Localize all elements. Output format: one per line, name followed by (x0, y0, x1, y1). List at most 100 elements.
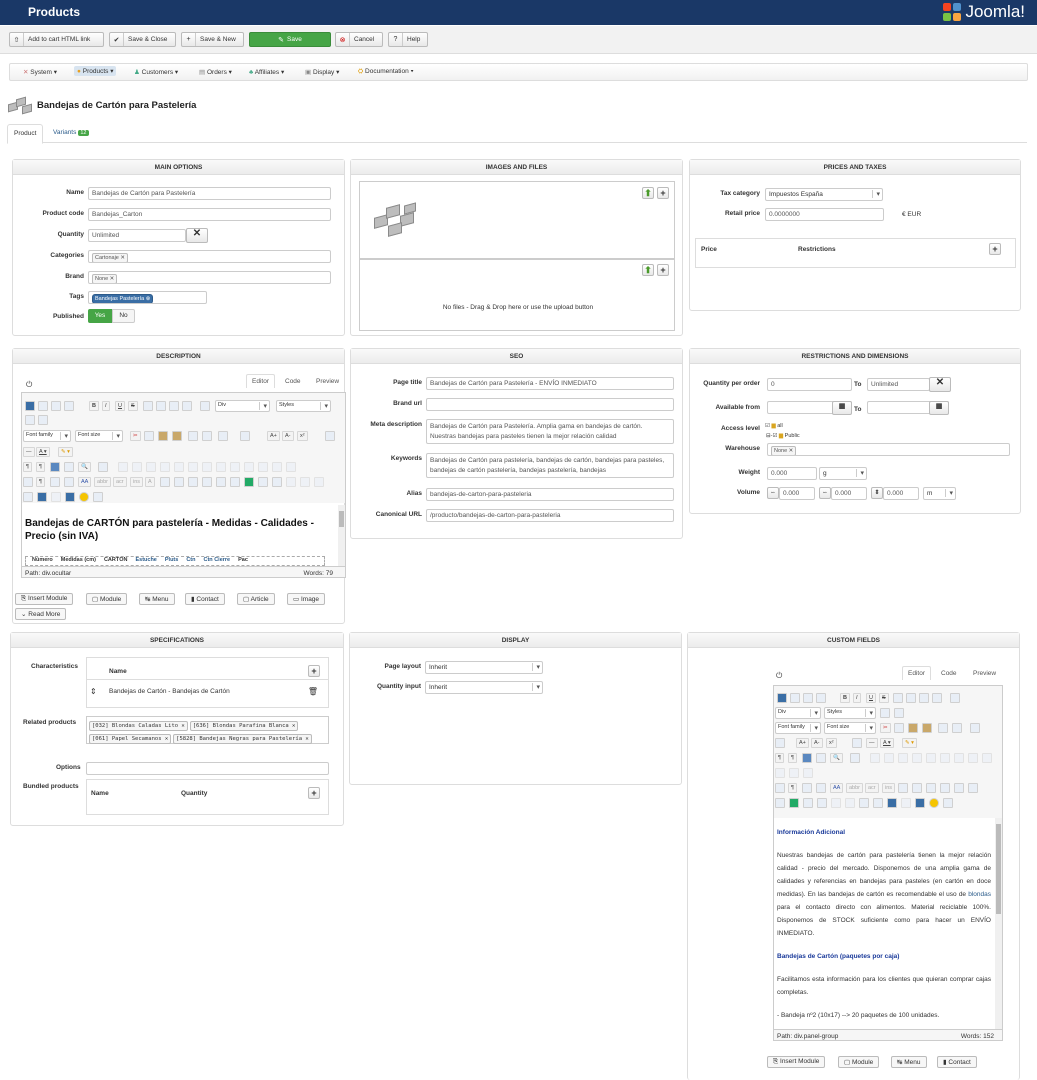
align-center-icon[interactable] (156, 401, 166, 411)
text-color-button[interactable]: A ▾ (36, 447, 50, 457)
table-icon[interactable] (850, 753, 860, 763)
tab-code[interactable]: Code (936, 667, 962, 680)
related-product-chip[interactable]: [061] Papel Secamanos ✕ (89, 734, 172, 744)
product-thumbnail[interactable] (372, 200, 427, 240)
text-color-button[interactable]: A ▾ (880, 738, 894, 748)
copy-icon[interactable] (144, 431, 154, 441)
font-smaller-button[interactable]: A- (282, 431, 294, 441)
toolbar-icon[interactable] (802, 783, 812, 793)
table-tool-icon[interactable] (202, 462, 212, 472)
toolbar-icon[interactable] (160, 477, 170, 487)
related-products-field[interactable]: [032] Blondas Caladas Lito ✕ [636] Blonda… (86, 716, 329, 744)
weight-unit-select[interactable]: g (819, 467, 867, 480)
fullscreen-icon[interactable] (802, 753, 812, 763)
emoticon-icon[interactable] (79, 492, 89, 502)
align-right-icon[interactable] (919, 693, 929, 703)
menu-button[interactable]: ↹ Menu (139, 593, 175, 605)
tab-product[interactable]: Product (7, 124, 44, 144)
save-button[interactable]: ✎ Save (249, 32, 331, 47)
toolbar-icon[interactable] (230, 477, 240, 487)
toolbar-icon[interactable] (286, 477, 296, 487)
height-field[interactable]: 0.000 (883, 487, 919, 500)
rtl-button[interactable]: ¶ (788, 753, 797, 763)
quantity-field[interactable]: Unlimited (88, 229, 186, 242)
eraser-icon[interactable] (880, 708, 890, 718)
table-tool-icon[interactable] (803, 768, 813, 778)
underline-button[interactable]: U (115, 401, 125, 411)
read-more-button[interactable]: ⌄ Read More (15, 608, 67, 620)
table-tool-icon[interactable] (272, 462, 282, 472)
print-icon[interactable] (816, 753, 826, 763)
ins-button[interactable]: ins (882, 783, 896, 793)
format-select[interactable]: Div (215, 400, 270, 412)
toolbar-icon[interactable] (272, 477, 282, 487)
toolbar-icon[interactable] (51, 492, 61, 502)
table-tool-icon[interactable] (898, 753, 908, 763)
font-family-select[interactable]: Font family (775, 722, 821, 734)
toolbar-icon[interactable] (25, 401, 35, 411)
find-icon[interactable]: 🔍 (830, 753, 843, 763)
menu-documentation[interactable]: ⛭ Documentation ▾ (358, 68, 414, 76)
align-center-icon[interactable] (906, 693, 916, 703)
underline-button[interactable]: U (866, 693, 876, 703)
calendar-icon[interactable]: ▦ (929, 401, 949, 415)
table-tool-icon[interactable] (216, 462, 226, 472)
table-tool-icon[interactable] (258, 462, 268, 472)
description-editor[interactable]: B I U S Div Styles Font family Font size… (21, 392, 346, 578)
acronym-button[interactable]: acr (865, 783, 879, 793)
superscript-button[interactable]: x² (297, 431, 308, 441)
align-left-icon[interactable] (893, 693, 903, 703)
canonical-url-field[interactable]: /producto/bandejas-de-carton-para-pastel… (426, 509, 674, 522)
add-bundled-product-button[interactable]: + (308, 787, 320, 799)
category-chip[interactable]: Cartonaje ✕ (92, 253, 128, 262)
upload-image-button[interactable]: ⬆ (642, 187, 654, 199)
table-tool-icon[interactable] (775, 768, 785, 778)
toolbar-icon[interactable] (202, 477, 212, 487)
align-justify-icon[interactable] (932, 693, 942, 703)
toolbar-icon[interactable] (37, 492, 47, 502)
toolbar-icon[interactable] (940, 783, 950, 793)
brand-url-field[interactable] (426, 398, 674, 411)
find-icon[interactable]: 🔍 (78, 462, 91, 472)
brand-chip[interactable]: None ✕ (92, 274, 118, 283)
numbered-list-icon[interactable] (775, 738, 785, 748)
numbered-list-icon[interactable] (240, 431, 250, 441)
save-new-button[interactable]: + Save & New (181, 32, 244, 47)
table-tool-icon[interactable] (230, 462, 240, 472)
outdent-icon[interactable] (188, 431, 198, 441)
outdent-icon[interactable] (938, 723, 948, 733)
abbr-button[interactable]: abbr (846, 783, 864, 793)
tab-code[interactable]: Code (280, 375, 306, 388)
power-icon[interactable]: ⏻ (26, 380, 32, 390)
blockquote-icon[interactable] (200, 401, 210, 411)
insert-module-button[interactable]: ⎘ Insert Module (15, 593, 74, 605)
toolbar-icon[interactable] (174, 477, 184, 487)
rtl-button[interactable]: ¶ (36, 462, 45, 472)
toolbar-icon[interactable] (51, 401, 61, 411)
tab-preview[interactable]: Preview (311, 375, 344, 388)
retail-price-field[interactable]: 0.0000000 (765, 208, 884, 221)
font-size-select[interactable]: Font size (75, 430, 123, 442)
quantity-input-select[interactable]: Inherit (425, 681, 543, 694)
table-tool-icon[interactable] (132, 462, 142, 472)
alias-field[interactable]: bandejas-de-carton-para-pasteleria (426, 488, 674, 501)
quantity-max-field[interactable]: Unlimited (867, 378, 930, 391)
menu-customers[interactable]: ♟ Customers ▾ (134, 68, 178, 76)
align-right-icon[interactable] (169, 401, 179, 411)
page-layout-select[interactable]: Inherit (425, 661, 543, 674)
power-icon[interactable]: ⏻ (776, 671, 782, 681)
table-tool-icon[interactable] (174, 462, 184, 472)
cut-icon[interactable]: ✂ (880, 723, 891, 733)
paste-text-icon[interactable] (172, 431, 182, 441)
contact-button[interactable]: ▮ Contact (185, 593, 225, 605)
table-tool-icon[interactable] (926, 753, 936, 763)
ins-button[interactable]: ins (130, 477, 144, 487)
omega-icon[interactable] (852, 738, 862, 748)
tab-preview[interactable]: Preview (968, 667, 1001, 680)
italic-button[interactable]: I (102, 401, 110, 411)
toolbar-icon[interactable] (817, 798, 827, 808)
tag-chip[interactable]: Bandejas Pastelería ⊗ (92, 294, 154, 303)
tags-field[interactable]: Bandejas Pastelería ⊗ (88, 291, 207, 304)
contact-button[interactable]: ▮ Contact (937, 1056, 977, 1068)
table-tool-icon[interactable] (146, 462, 156, 472)
